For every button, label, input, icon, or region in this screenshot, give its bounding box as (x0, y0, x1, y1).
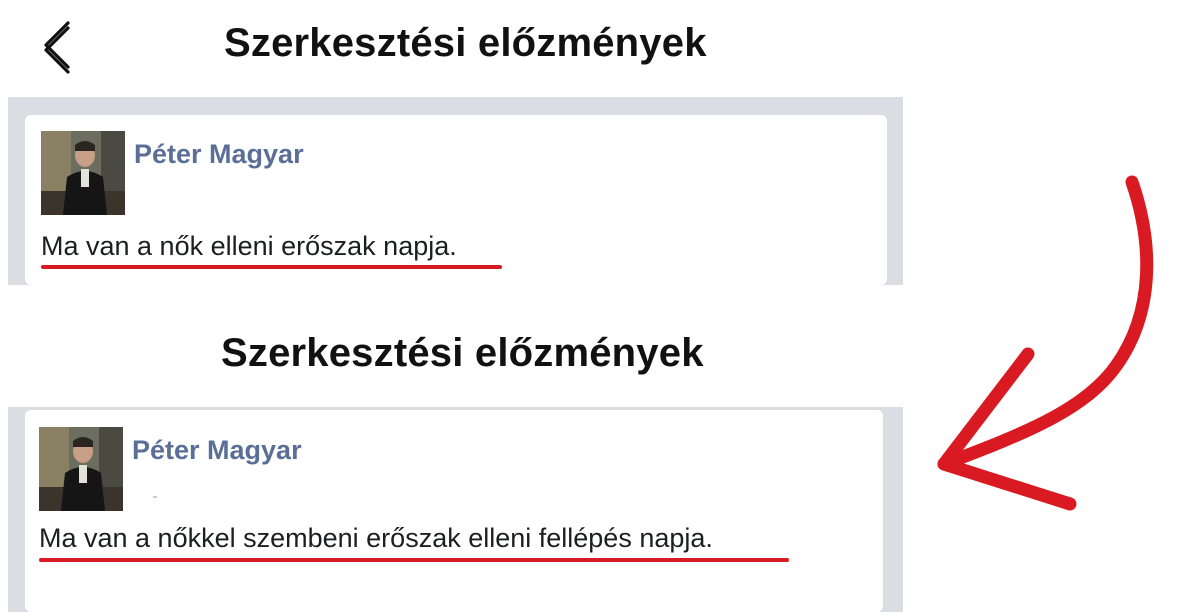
header-bottom: Szerkesztési előzmények (0, 26, 900, 405)
back-button[interactable] (36, 20, 80, 80)
post-card: Péter Magyar Ma van a nők elleni erőszak… (25, 115, 887, 285)
avatar[interactable] (41, 131, 125, 215)
chevron-left-icon (36, 20, 80, 80)
post-text: Ma van a nők elleni erőszak napja. (41, 231, 457, 261)
post-card: Péter Magyar Ma van a nőkkel szembeni er… (25, 410, 883, 612)
header-top: Szerkesztési előzmények (0, 0, 900, 90)
red-underline (39, 558, 789, 562)
page-title: Szerkesztési előzmények (221, 331, 704, 375)
faint-mark (153, 496, 157, 498)
author-name[interactable]: Péter Magyar (134, 139, 304, 170)
red-arrow-annotation (920, 170, 1180, 530)
avatar[interactable] (39, 427, 123, 511)
red-underline (41, 265, 502, 269)
page-title: Szerkesztési előzmények (224, 21, 707, 65)
post-text: Ma van a nőkkel szembeni erőszak elleni … (39, 523, 713, 553)
author-name[interactable]: Péter Magyar (132, 435, 302, 466)
